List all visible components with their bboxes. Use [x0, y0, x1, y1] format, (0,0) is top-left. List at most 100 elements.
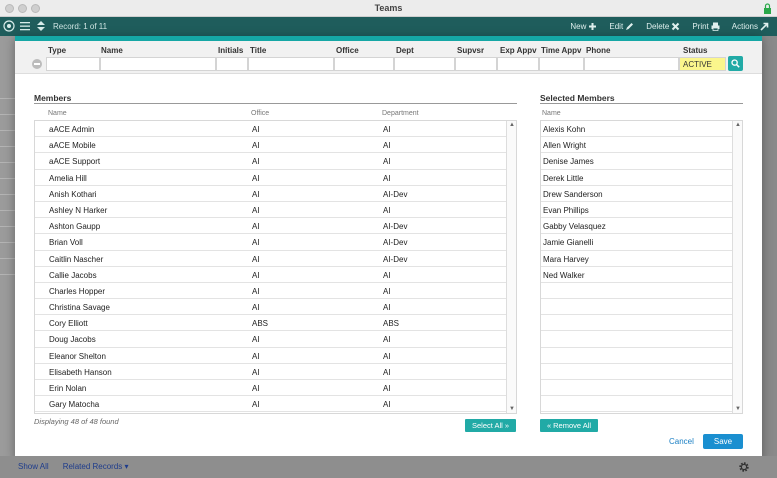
phone-field[interactable] [584, 57, 679, 71]
selected-member-row[interactable]: Allen Wright [541, 137, 732, 154]
supvsr-field[interactable] [455, 57, 497, 71]
member-name: aACE Admin [49, 125, 95, 134]
save-button[interactable]: Save [703, 434, 743, 449]
related-records-link[interactable]: Related Records ▾ [63, 462, 129, 471]
member-office: AI [252, 400, 260, 410]
delete-label: Delete [646, 22, 670, 31]
remove-all-button[interactable]: « Remove All [540, 419, 598, 432]
name-field[interactable] [100, 57, 216, 71]
actions-button[interactable]: Actions [732, 22, 769, 31]
select-all-button[interactable]: Select All » [465, 419, 516, 432]
member-name: aACE Support [49, 157, 101, 167]
selected-member-name: Ned Walker [543, 270, 585, 280]
member-row[interactable]: aACE Admin AI AI [35, 121, 506, 138]
cancel-button[interactable]: Cancel [669, 437, 694, 446]
scroll-up-icon[interactable]: ▲ [509, 122, 515, 128]
member-row[interactable]: Callie Jacobs AI AI [35, 267, 506, 283]
member-office: AI [252, 125, 260, 134]
member-row[interactable]: Brian Voll AI AI-Dev [35, 234, 506, 251]
member-row[interactable]: Ashton Gaupp AI AI-Dev [35, 218, 506, 235]
member-department: AI [383, 270, 391, 280]
dept-field[interactable] [394, 57, 455, 71]
selected-col-name: Name [542, 110, 561, 117]
member-row[interactable]: aACE Mobile AI AI [35, 137, 506, 154]
selected-scrollbar[interactable]: ▲ ▼ [732, 121, 742, 413]
scroll-down-icon[interactable]: ▼ [509, 406, 515, 412]
delete-button[interactable]: Delete [646, 22, 680, 31]
selected-member-row[interactable]: Derek Little [541, 170, 732, 186]
supvsr-label: Supvsr [457, 46, 485, 55]
new-button[interactable]: New [570, 22, 597, 31]
member-department: AI [383, 303, 391, 313]
title-field[interactable] [248, 57, 334, 71]
members-table: aACE Admin AI AI aACE Mobile AI AI aACE Suppor… [34, 120, 517, 414]
selected-member-row[interactable]: Gabby Velasquez [541, 218, 732, 235]
show-all-link[interactable]: Show All [18, 462, 49, 471]
status-field[interactable]: ACTIVE [679, 57, 726, 71]
record-stepper-icon[interactable] [35, 20, 47, 32]
scroll-down-icon[interactable]: ▼ [735, 406, 741, 412]
member-row[interactable]: Christina Savage AI AI [35, 299, 506, 316]
selected-member-row[interactable]: Drew Sanderson [541, 186, 732, 202]
member-row[interactable]: Ashley N Harker AI AI [35, 202, 506, 219]
print-button[interactable]: Print [692, 22, 720, 31]
member-name: Brian Voll [49, 238, 83, 248]
selected-member-row[interactable]: Mara Harvey [541, 251, 732, 267]
selected-member-row[interactable]: Evan Phillips [541, 202, 732, 219]
member-row[interactable]: Caitlin Nascher AI AI-Dev [35, 251, 506, 267]
member-row[interactable]: Elisabeth Hanson AI AI [35, 364, 506, 380]
member-row[interactable]: Charles Hopper AI AI [35, 283, 506, 300]
gear-icon[interactable] [738, 461, 750, 473]
member-name: Caitlin Nascher [49, 254, 104, 264]
member-office: AI [252, 286, 260, 296]
time-appv-field[interactable] [539, 57, 584, 71]
office-field[interactable] [334, 57, 394, 71]
member-office: AI [252, 238, 260, 248]
background-list-strip [0, 36, 15, 456]
app-logo-icon[interactable] [3, 20, 15, 32]
member-row[interactable]: Doug Jacobs AI AI [35, 331, 506, 348]
empty-row [541, 283, 732, 300]
member-department: AI [383, 205, 391, 215]
type-field[interactable] [46, 57, 100, 71]
member-department: AI [383, 157, 391, 167]
selected-member-row[interactable]: Jamie Gianelli [541, 234, 732, 251]
member-row[interactable]: Eleanor Shelton AI AI [35, 348, 506, 364]
members-col-department: Department [382, 110, 419, 117]
member-name: Gary Matocha [49, 400, 100, 410]
member-row[interactable]: Gary Matocha AI AI [35, 396, 506, 413]
search-button[interactable] [728, 56, 743, 71]
member-name: aACE Mobile [49, 141, 96, 151]
type-label: Type [48, 46, 67, 55]
edit-label: Edit [609, 22, 624, 31]
member-row[interactable]: Erin Nolan AI AI [35, 380, 506, 397]
member-department: AI-Dev [383, 222, 408, 232]
members-scrollbar[interactable]: ▲ ▼ [506, 121, 516, 413]
selected-member-row[interactable]: Alexis Kohn [541, 121, 732, 138]
member-row[interactable]: aACE Support AI AI [35, 153, 506, 170]
member-row[interactable]: Cory Elliott ABS ABS [35, 315, 506, 332]
member-department: AI [383, 367, 391, 377]
member-office: AI [252, 303, 260, 313]
double-chevron-right-icon: » [504, 421, 510, 430]
plus-icon [589, 23, 597, 30]
selected-member-name: Gabby Velasquez [543, 222, 606, 232]
edit-button[interactable]: Edit [609, 22, 634, 31]
initials-field[interactable] [216, 57, 248, 71]
clear-filter-icon[interactable] [32, 59, 42, 69]
exp-appv-field[interactable] [497, 57, 539, 71]
selected-member-row[interactable]: Ned Walker [541, 267, 732, 283]
member-office: AI [252, 270, 260, 280]
selected-member-row[interactable]: Denise James [541, 153, 732, 170]
member-department: AI [383, 335, 391, 345]
pencil-icon [626, 23, 634, 30]
actions-label: Actions [731, 22, 758, 31]
member-row[interactable]: Anish Kothari AI AI-Dev [35, 186, 506, 202]
empty-row [541, 315, 732, 332]
empty-row [541, 380, 732, 397]
menu-icon[interactable] [19, 20, 31, 32]
members-title: Members [34, 93, 72, 103]
scroll-up-icon[interactable]: ▲ [735, 122, 741, 128]
member-row[interactable]: Amelia Hill AI AI [35, 170, 506, 186]
printer-icon [711, 22, 720, 31]
